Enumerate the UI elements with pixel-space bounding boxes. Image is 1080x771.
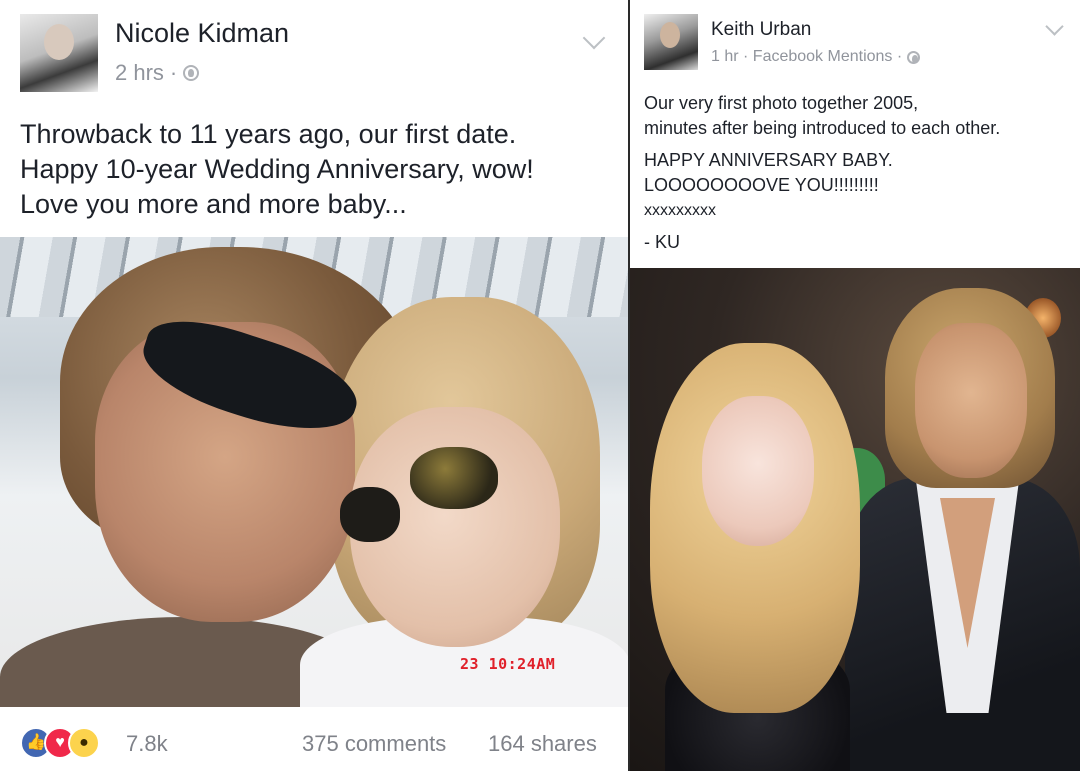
comments-count[interactable]: 375 comments [302, 731, 446, 757]
post-meta: 2 hrs · [115, 60, 200, 86]
post-caption: Throwback to 11 years ago, our first dat… [20, 117, 620, 222]
photo-timestamp: 23 10:24AM [460, 655, 556, 673]
post-photo[interactable] [630, 268, 1080, 771]
wow-icon[interactable]: ● [68, 727, 100, 759]
caption-line: - KU [644, 232, 680, 252]
caption-line: Our very first photo together 2005, [644, 93, 919, 113]
reaction-icons[interactable]: 👍 ♥ ● [20, 727, 120, 759]
caption-line: Happy 10-year Wedding Anniversary, wow! [20, 154, 534, 184]
avatar[interactable] [644, 14, 698, 70]
author-name[interactable]: Nicole Kidman [115, 18, 289, 49]
post-photo[interactable]: 23 10:24AM [0, 237, 628, 707]
post-caption: Our very first photo together 2005, minu… [644, 91, 1074, 255]
post-meta-text[interactable]: 1 hr · Facebook Mentions · [711, 48, 902, 66]
meta-separator: · [169, 60, 178, 85]
reactions-bar: 👍 ♥ ● 7.8k 375 comments 164 shares [0, 707, 628, 771]
post-time[interactable]: 2 hrs [115, 60, 164, 86]
aviator-lens-right [410, 447, 498, 509]
post-meta: 1 hr · Facebook Mentions · [711, 48, 921, 66]
chevron-down-icon[interactable] [1045, 17, 1064, 36]
avatar[interactable] [20, 14, 98, 92]
chevron-down-icon[interactable] [582, 26, 606, 50]
globe-icon [907, 50, 921, 64]
shares-count[interactable]: 164 shares [488, 731, 597, 757]
caption-line: xxxxxxxxx [644, 202, 716, 219]
caption-line: Love you more and more baby... [20, 189, 407, 219]
globe-icon [183, 65, 200, 81]
keith-urban-post: Keith Urban 1 hr · Facebook Mentions · O… [630, 0, 1080, 771]
nicole-kidman-post: Nicole Kidman 2 hrs · Throwback to 11 ye… [0, 0, 628, 771]
author-name[interactable]: Keith Urban [711, 19, 811, 41]
aviator-lens-left [340, 487, 400, 542]
caption-line: LOOOOOOOOVE YOU!!!!!!!!! [644, 175, 879, 195]
caption-line: HAPPY ANNIVERSARY BABY. [644, 150, 893, 170]
caption-line: Throwback to 11 years ago, our first dat… [20, 119, 517, 149]
caption-line: minutes after being introduced to each o… [644, 118, 1001, 138]
reaction-count[interactable]: 7.8k [126, 731, 168, 757]
